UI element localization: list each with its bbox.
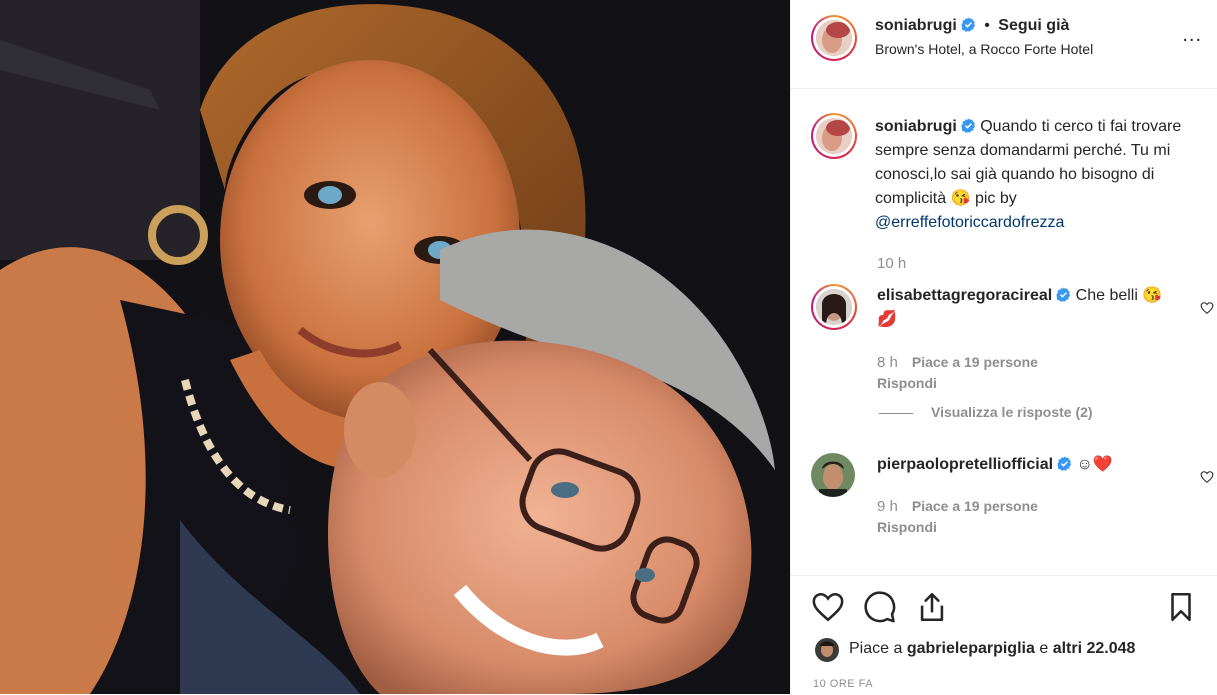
post-location-link[interactable]: Brown's Hotel, a Rocco Forte Hotel: [875, 41, 1093, 57]
post-header: soniabrugi • Segui già Brown's Hotel, a …: [791, 0, 1217, 89]
post-time-ago[interactable]: 10 ORE FA: [813, 678, 873, 690]
post-photo[interactable]: [0, 0, 790, 694]
commenter-avatar[interactable]: [811, 453, 855, 497]
likes-middle: e: [1039, 640, 1049, 657]
comment-meta: 8 h Piace a 19 persone: [877, 354, 1038, 371]
liker-username[interactable]: gabrieleparpiglia: [907, 640, 1035, 657]
more-icon[interactable]: ...: [1182, 24, 1202, 47]
view-replies-label: Visualizza le risposte (2): [931, 404, 1093, 420]
instagram-post-view: soniabrugi • Segui già Brown's Hotel, a …: [0, 0, 1217, 694]
likes-count-link[interactable]: altri 22.048: [1053, 640, 1136, 657]
verified-badge-icon: [1056, 287, 1071, 302]
comment-likes-count[interactable]: Piace a 19 persone: [912, 354, 1038, 370]
caption-author-avatar[interactable]: [811, 113, 857, 159]
comment-body: elisabettagregoracireal Che belli 😘💋: [877, 284, 1177, 332]
post-caption: soniabrugi Quando ti cerco ti fai trovar…: [875, 115, 1205, 235]
comment-text: ☺❤️: [1076, 456, 1113, 473]
comment-like-heart-icon[interactable]: [1200, 470, 1214, 484]
caption-mention-link[interactable]: @erreffefotoriccardofrezza: [875, 214, 1064, 231]
liker-avatar[interactable]: [815, 638, 839, 662]
caption-username[interactable]: soniabrugi: [875, 118, 957, 135]
comment-icon[interactable]: [863, 590, 897, 624]
photo-illustration: [0, 0, 790, 694]
heart-icon[interactable]: [811, 590, 845, 624]
post-details-panel: soniabrugi • Segui già Brown's Hotel, a …: [790, 0, 1217, 694]
share-icon[interactable]: [915, 590, 949, 624]
view-replies-button[interactable]: Visualizza le risposte (2): [879, 404, 1093, 420]
view-replies-divider: [879, 412, 913, 414]
bookmark-icon[interactable]: [1164, 590, 1198, 624]
header-separator: •: [984, 17, 990, 34]
verified-badge-icon: [1057, 456, 1072, 471]
commenter-avatar[interactable]: [811, 284, 857, 330]
post-actions-bar: Piace a gabrieleparpiglia e altri 22.048…: [791, 575, 1217, 695]
commenter-username[interactable]: elisabettagregoracireal: [877, 287, 1052, 304]
header-title-line: soniabrugi • Segui già: [875, 17, 1069, 35]
author-avatar[interactable]: [811, 15, 857, 61]
follow-status-button[interactable]: Segui già: [998, 17, 1069, 34]
author-username[interactable]: soniabrugi: [875, 17, 957, 34]
reply-button[interactable]: Rispondi: [877, 375, 937, 391]
comment-likes-count[interactable]: Piace a 19 persone: [912, 498, 1038, 514]
comments-list[interactable]: soniabrugi Quando ti cerco ti fai trovar…: [791, 89, 1217, 574]
likes-summary: Piace a gabrieleparpiglia e altri 22.048: [849, 640, 1135, 658]
comment-timestamp[interactable]: 9 h: [877, 498, 898, 515]
comment-body: pierpaolopretelliofficial ☺❤️: [877, 453, 1177, 477]
likes-prefix: Piace a: [849, 640, 903, 657]
commenter-username[interactable]: pierpaolopretelliofficial: [877, 456, 1053, 473]
verified-badge-icon: [961, 118, 975, 133]
reply-button[interactable]: Rispondi: [877, 519, 937, 535]
comment-like-heart-icon[interactable]: [1200, 301, 1214, 315]
comment-meta: 9 h Piace a 19 persone: [877, 498, 1038, 515]
caption-timestamp[interactable]: 10 h: [877, 255, 906, 272]
comment-timestamp[interactable]: 8 h: [877, 354, 898, 371]
verified-badge-icon: [961, 17, 975, 32]
